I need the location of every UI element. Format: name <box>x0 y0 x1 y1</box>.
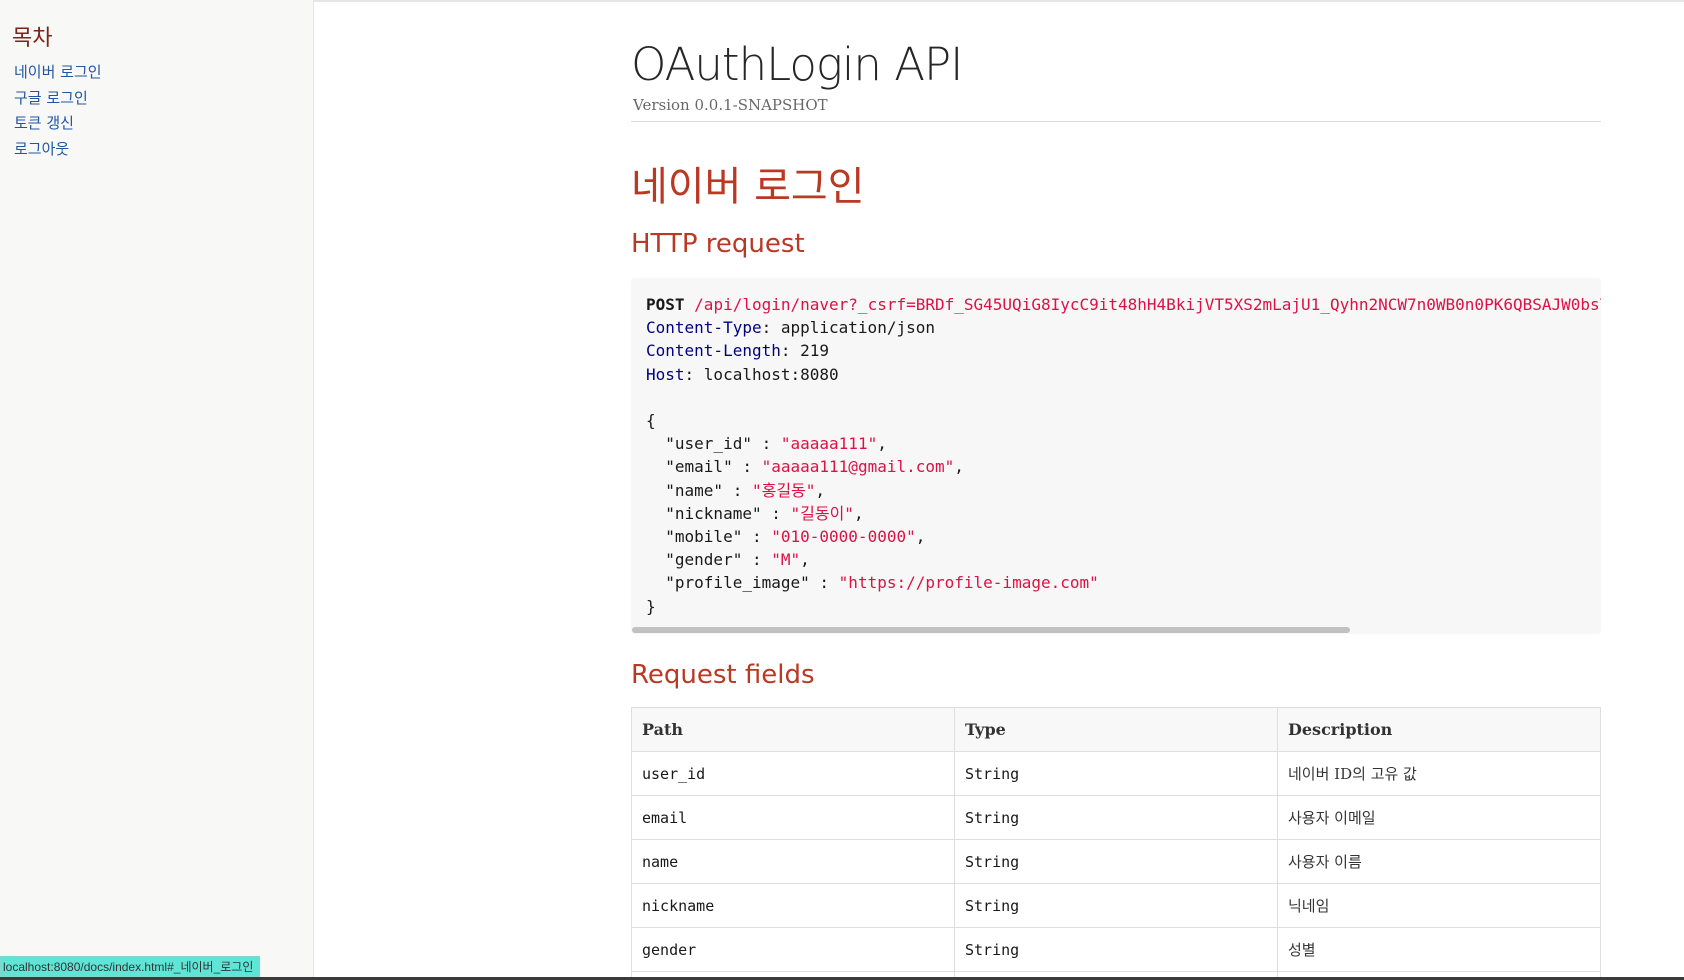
toc-link-logout[interactable]: 로그아웃 <box>14 140 69 158</box>
toc-sidebar: 목차 네이버 로그인 구글 로그인 토큰 갱신 로그아웃 <box>0 0 314 980</box>
header-name: Content-Type <box>646 318 762 338</box>
cell-description: 네이버 ID의 고유 값 <box>1277 751 1601 796</box>
header-divider <box>631 121 1601 122</box>
horizontal-scrollbar[interactable] <box>632 627 1350 633</box>
cell-description: 성별 <box>1277 927 1601 972</box>
version-label: Version 0.0.1-SNAPSHOT <box>633 96 828 114</box>
request-url: /api/login/naver?_csrf=BRDf_SG45UQiG8Iyc… <box>694 295 1601 314</box>
cell-type: String <box>954 795 1278 840</box>
table-row: nickname String 닉네임 <box>631 883 1601 928</box>
cell-path: user_id <box>631 751 955 796</box>
table-row: user_id String 네이버 ID의 고유 값 <box>631 751 1601 796</box>
json-value: "aaaaa111@gmail.com" <box>761 457 955 477</box>
cell-description: 사용자 이메일 <box>1277 795 1601 840</box>
json-key: "email" <box>665 457 733 477</box>
cell-type: String <box>954 839 1278 884</box>
json-value: "aaaaa111" <box>780 434 878 454</box>
request-fields-heading: Request fields <box>631 660 815 690</box>
table-row: gender String 성별 <box>631 927 1601 972</box>
column-header-type: Type <box>954 707 1278 752</box>
http-request-code: POST /api/login/naver?_csrf=BRDf_SG45UQi… <box>646 293 1601 618</box>
table-row: name String 사용자 이름 <box>631 839 1601 884</box>
column-header-path: Path <box>631 707 955 752</box>
toc-item: 구글 로그인 <box>14 86 102 112</box>
header-value: application/json <box>780 318 935 338</box>
cell-description: 닉네임 <box>1277 883 1601 928</box>
table-header-row: Path Type Description <box>631 707 1601 752</box>
section-title-naver-login: 네이버 로그인 <box>631 164 865 210</box>
toc-link-naver-login[interactable]: 네이버 로그인 <box>14 63 102 81</box>
json-key: "mobile" <box>665 527 743 547</box>
header-name: Content-Length <box>646 341 781 361</box>
cell-type: String <box>954 883 1278 928</box>
table-row: email String 사용자 이메일 <box>631 795 1601 840</box>
cell-type: String <box>954 927 1278 972</box>
cell-description: 사용자 이름 <box>1277 839 1601 884</box>
request-fields-table: Path Type Description user_id String 네이버… <box>631 707 1601 980</box>
toc-item: 로그아웃 <box>14 137 102 163</box>
http-request-heading: HTTP request <box>631 229 805 259</box>
header-value: localhost:8080 <box>703 364 839 384</box>
header-value: 219 <box>800 341 830 361</box>
cell-type: String <box>954 751 1278 796</box>
toc-title: 목차 <box>12 26 53 51</box>
header-name: Host <box>646 364 685 384</box>
toc-item: 네이버 로그인 <box>14 60 102 86</box>
json-key: "profile_image" <box>665 573 810 593</box>
toc-link-token-refresh[interactable]: 토큰 갱신 <box>14 114 74 132</box>
cell-path: email <box>631 795 955 840</box>
json-key: "name" <box>665 480 724 500</box>
toc-list: 네이버 로그인 구글 로그인 토큰 갱신 로그아웃 <box>14 60 102 162</box>
http-method: POST <box>646 295 685 314</box>
json-value: "010-0000-0000" <box>771 527 916 547</box>
json-key: "gender" <box>665 550 743 570</box>
json-key: "nickname" <box>665 503 762 523</box>
json-key: "user_id" <box>665 434 752 454</box>
cell-path: gender <box>631 927 955 972</box>
cell-path: name <box>631 839 955 884</box>
http-request-code-block: POST /api/login/naver?_csrf=BRDf_SG45UQi… <box>631 278 1601 634</box>
toc-item: 토큰 갱신 <box>14 111 102 137</box>
toc-link-google-login[interactable]: 구글 로그인 <box>14 89 88 107</box>
json-value: "https://profile-image.com" <box>838 573 1099 593</box>
document-title: OAuthLogin API <box>631 38 963 91</box>
browser-status-bar: localhost:8080/docs/index.html#_네이버_로그인 <box>0 956 261 977</box>
json-value: "길동이" <box>790 503 854 523</box>
column-header-description: Description <box>1277 707 1601 752</box>
json-value: "M" <box>771 550 801 570</box>
json-value: "홍길동" <box>751 480 816 500</box>
cell-path: nickname <box>631 883 955 928</box>
